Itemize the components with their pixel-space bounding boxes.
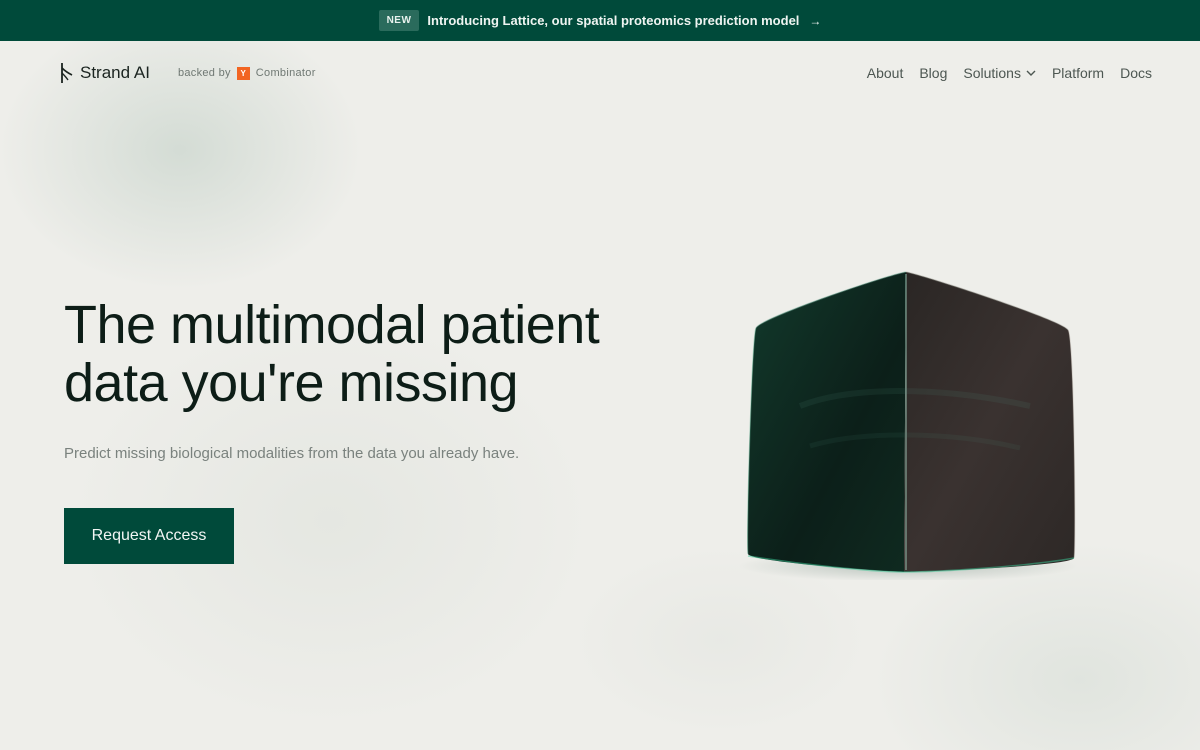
yc-name: Combinator bbox=[255, 67, 316, 79]
chevron-down-icon bbox=[1026, 70, 1036, 76]
nav-solutions-label: Solutions bbox=[963, 65, 1021, 81]
nav-blog[interactable]: Blog bbox=[919, 65, 947, 81]
nav-platform[interactable]: Platform bbox=[1052, 65, 1104, 81]
arrow-right-icon[interactable]: → bbox=[809, 14, 821, 28]
hero-title-line-1: The multimodal patient bbox=[64, 295, 600, 355]
nav-about[interactable]: About bbox=[867, 65, 904, 81]
nav-docs[interactable]: Docs bbox=[1120, 65, 1152, 81]
brand-logo[interactable]: Strand AI bbox=[60, 62, 150, 84]
request-access-button[interactable]: Request Access bbox=[64, 508, 234, 564]
backed-by-label: backed by bbox=[177, 67, 231, 79]
hero-title-line-2: data you're missing bbox=[64, 353, 519, 413]
brand-name: Strand AI bbox=[80, 63, 150, 82]
top-nav: Strand AI backed by Y Combinator About B… bbox=[0, 41, 1200, 105]
backed-by-yc: backed by Y Combinator bbox=[177, 66, 316, 80]
nav-solutions[interactable]: Solutions bbox=[963, 65, 1036, 81]
hero-title: The multimodal patient data you're missi… bbox=[64, 296, 664, 412]
new-badge: NEW bbox=[378, 10, 420, 31]
strand-mark-icon bbox=[61, 63, 73, 83]
glass-cube-illustration bbox=[740, 271, 1078, 580]
nav-links: About Blog Solutions Platform Docs bbox=[867, 65, 1152, 81]
hero-subtitle: Predict missing biological modalities fr… bbox=[64, 445, 520, 462]
yc-logo-icon: Y bbox=[236, 66, 250, 80]
announcement-message[interactable]: Introducing Lattice, our spatial proteom… bbox=[427, 13, 799, 28]
announcement-bar[interactable]: NEW Introducing Lattice, our spatial pro… bbox=[0, 0, 1200, 41]
